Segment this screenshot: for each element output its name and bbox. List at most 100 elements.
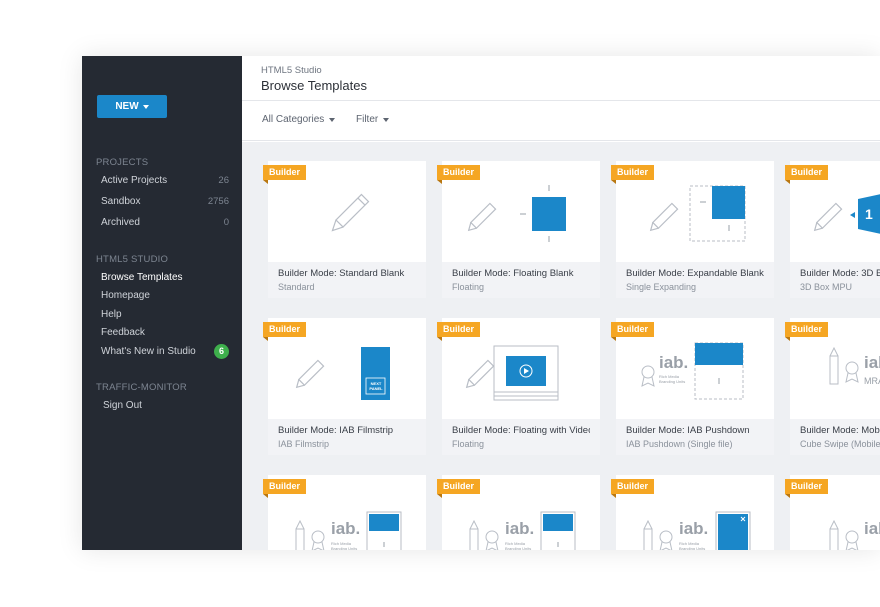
sidebar-item-count: 0: [223, 216, 229, 228]
template-card[interactable]: Builder Builder Mode: Floating with Vide…: [437, 318, 600, 455]
page-title: Browse Templates: [261, 78, 367, 93]
sidebar-item-label: Archived: [101, 216, 140, 228]
sidebar-item-label: Browse Templates: [101, 271, 183, 283]
sidebar-item-count: 26: [218, 174, 229, 186]
filter-dropdown-label: Filter: [356, 114, 379, 125]
template-title: Builder Mode: IAB Pushdown: [626, 425, 750, 436]
builder-tag: Builder: [263, 479, 307, 498]
builder-tag: Builder: [263, 165, 307, 184]
new-count-badge: 6: [214, 343, 229, 359]
builder-tag: Builder: [785, 322, 829, 341]
iab-logo: iab.: [331, 519, 361, 538]
template-card[interactable]: iab MRA Builder Builder Mode: Mob Cube S…: [785, 318, 880, 455]
sidebar-item-active-projects[interactable]: Active Projects 26: [101, 172, 229, 188]
iab-logo: iab: [864, 519, 880, 538]
cube-face-label: 1: [865, 206, 873, 222]
template-card[interactable]: iab. Rich Media Branding Units Builder B…: [611, 318, 774, 455]
sidebar-item-homepage[interactable]: Homepage: [101, 287, 229, 303]
template-title: Builder Mode: Mob: [800, 425, 880, 436]
category-dropdown-label: All Categories: [262, 114, 325, 125]
template-subtitle: Floating: [452, 439, 485, 449]
builder-tag: Builder: [785, 165, 829, 184]
template-title: Builder Mode: Floating with Video: [452, 425, 590, 436]
builder-tag: Builder: [437, 479, 481, 498]
template-subtitle: Standard: [278, 282, 315, 292]
template-card[interactable]: iab. Rich Media Branding Units Builder: [437, 475, 600, 550]
sidebar-item-label: Active Projects: [101, 174, 168, 186]
template-grid: Builder Builder Mode: Standard Blank Sta…: [242, 142, 880, 550]
iab-caption: MRA: [864, 376, 880, 386]
sidebar-item-sandbox[interactable]: Sandbox 2756: [101, 193, 229, 209]
traffic-monitor-section-title: TRAFFIC-MONITOR: [96, 382, 187, 393]
sidebar-item-browse-templates[interactable]: Browse Templates: [101, 269, 229, 285]
caret-down-icon: [383, 117, 390, 122]
builder-tag: Builder: [437, 322, 481, 341]
builder-tag: Builder: [611, 165, 655, 184]
template-meta: Builder Mode: IAB Filmstrip IAB Filmstri…: [268, 419, 426, 455]
sidebar-item-sign-out[interactable]: Sign Out: [103, 397, 231, 413]
sidebar-item-whats-new[interactable]: What's New in Studio 6: [101, 343, 229, 359]
filter-dropdown[interactable]: Filter: [356, 114, 390, 125]
template-card[interactable]: iab. Rich Media Branding Units Builder: [263, 475, 426, 550]
new-button[interactable]: NEW: [97, 95, 167, 118]
sidebar-item-feedback[interactable]: Feedback: [101, 324, 229, 340]
template-subtitle: Cube Swipe (Mobile: [800, 439, 880, 449]
sidebar-item-label: Sandbox: [101, 195, 141, 207]
template-card[interactable]: iab. Rich Media Branding Units Builder: [611, 475, 774, 550]
template-title: Builder Mode: 3D B: [800, 268, 880, 279]
builder-tag: Builder: [785, 479, 829, 498]
template-subtitle: IAB Pushdown (Single file): [626, 439, 733, 449]
template-title: Builder Mode: Expandable Blank: [626, 268, 764, 279]
template-meta: Builder Mode: 3D B 3D Box MPU: [790, 262, 880, 298]
iab-logo: iab.: [659, 353, 689, 372]
iab-logo: iab.: [679, 519, 709, 538]
category-dropdown[interactable]: All Categories: [262, 114, 336, 125]
filter-bar: All Categories Filter: [242, 101, 880, 141]
builder-tag: Builder: [611, 479, 655, 498]
template-subtitle: IAB Filmstrip: [278, 439, 330, 449]
page-header: HTML5 Studio Browse Templates: [242, 56, 880, 101]
iab-caption: Rich Media Branding Units: [331, 541, 358, 550]
sidebar-item-label: Homepage: [101, 289, 150, 301]
sidebar-item-label: Help: [101, 308, 122, 320]
iab-caption: Rich Media Branding Units: [659, 374, 686, 384]
sidebar-item-label: Sign Out: [103, 399, 142, 411]
iab-caption: Rich Media Branding Units: [505, 541, 532, 550]
main-panel: HTML5 Studio Browse Templates All Catego…: [242, 56, 880, 550]
iab-logo: iab: [864, 353, 880, 372]
template-meta: Builder Mode: Floating Blank Floating: [442, 262, 600, 298]
template-meta: Builder Mode: Expandable Blank Single Ex…: [616, 262, 774, 298]
new-button-label: NEW: [115, 101, 139, 112]
template-meta: Builder Mode: Floating with Video Floati…: [442, 419, 600, 455]
template-card[interactable]: Builder Builder Mode: Standard Blank Sta…: [263, 161, 426, 298]
template-title: Builder Mode: Floating Blank: [452, 268, 574, 279]
builder-tag: Builder: [437, 165, 481, 184]
sidebar-item-label: Feedback: [101, 326, 145, 338]
template-card[interactable]: Builder Builder Mode: Expandable Blank S…: [611, 161, 774, 298]
breadcrumb[interactable]: HTML5 Studio: [261, 65, 322, 76]
iab-caption: Rich Media Branding Units: [679, 541, 706, 550]
template-card[interactable]: Builder Builder Mode: Floating Blank Flo…: [437, 161, 600, 298]
template-subtitle: Floating: [452, 282, 485, 292]
builder-tag: Builder: [263, 322, 307, 341]
template-meta: Builder Mode: Mob Cube Swipe (Mobile: [790, 419, 880, 455]
template-subtitle: Single Expanding: [626, 282, 697, 292]
caret-down-icon: [329, 117, 336, 122]
sidebar: NEW PROJECTS Active Projects 26 Sandbox …: [82, 56, 242, 550]
studio-section-title: HTML5 STUDIO: [96, 254, 169, 265]
template-card[interactable]: NEXT PANEL Builder Builder Mode: IAB Fil…: [263, 318, 426, 455]
iab-logo: iab.: [505, 519, 535, 538]
builder-tag: Builder: [611, 322, 655, 341]
template-card[interactable]: iab Builder: [785, 475, 880, 550]
sidebar-item-label: What's New in Studio: [101, 345, 196, 357]
projects-section-title: PROJECTS: [96, 157, 149, 168]
template-meta: Builder Mode: Standard Blank Standard: [268, 262, 426, 298]
caret-down-icon: [142, 104, 149, 109]
sidebar-item-archived[interactable]: Archived 0: [101, 214, 229, 230]
template-card[interactable]: 1 Builder Builder Mode: 3D B 3D Box MPU: [785, 161, 880, 298]
template-title: Builder Mode: Standard Blank: [278, 268, 405, 279]
template-subtitle: 3D Box MPU: [800, 282, 853, 292]
sidebar-item-count: 2756: [207, 195, 229, 207]
sidebar-item-help[interactable]: Help: [101, 306, 229, 322]
next-panel-label: NEXT PANEL: [369, 381, 383, 391]
